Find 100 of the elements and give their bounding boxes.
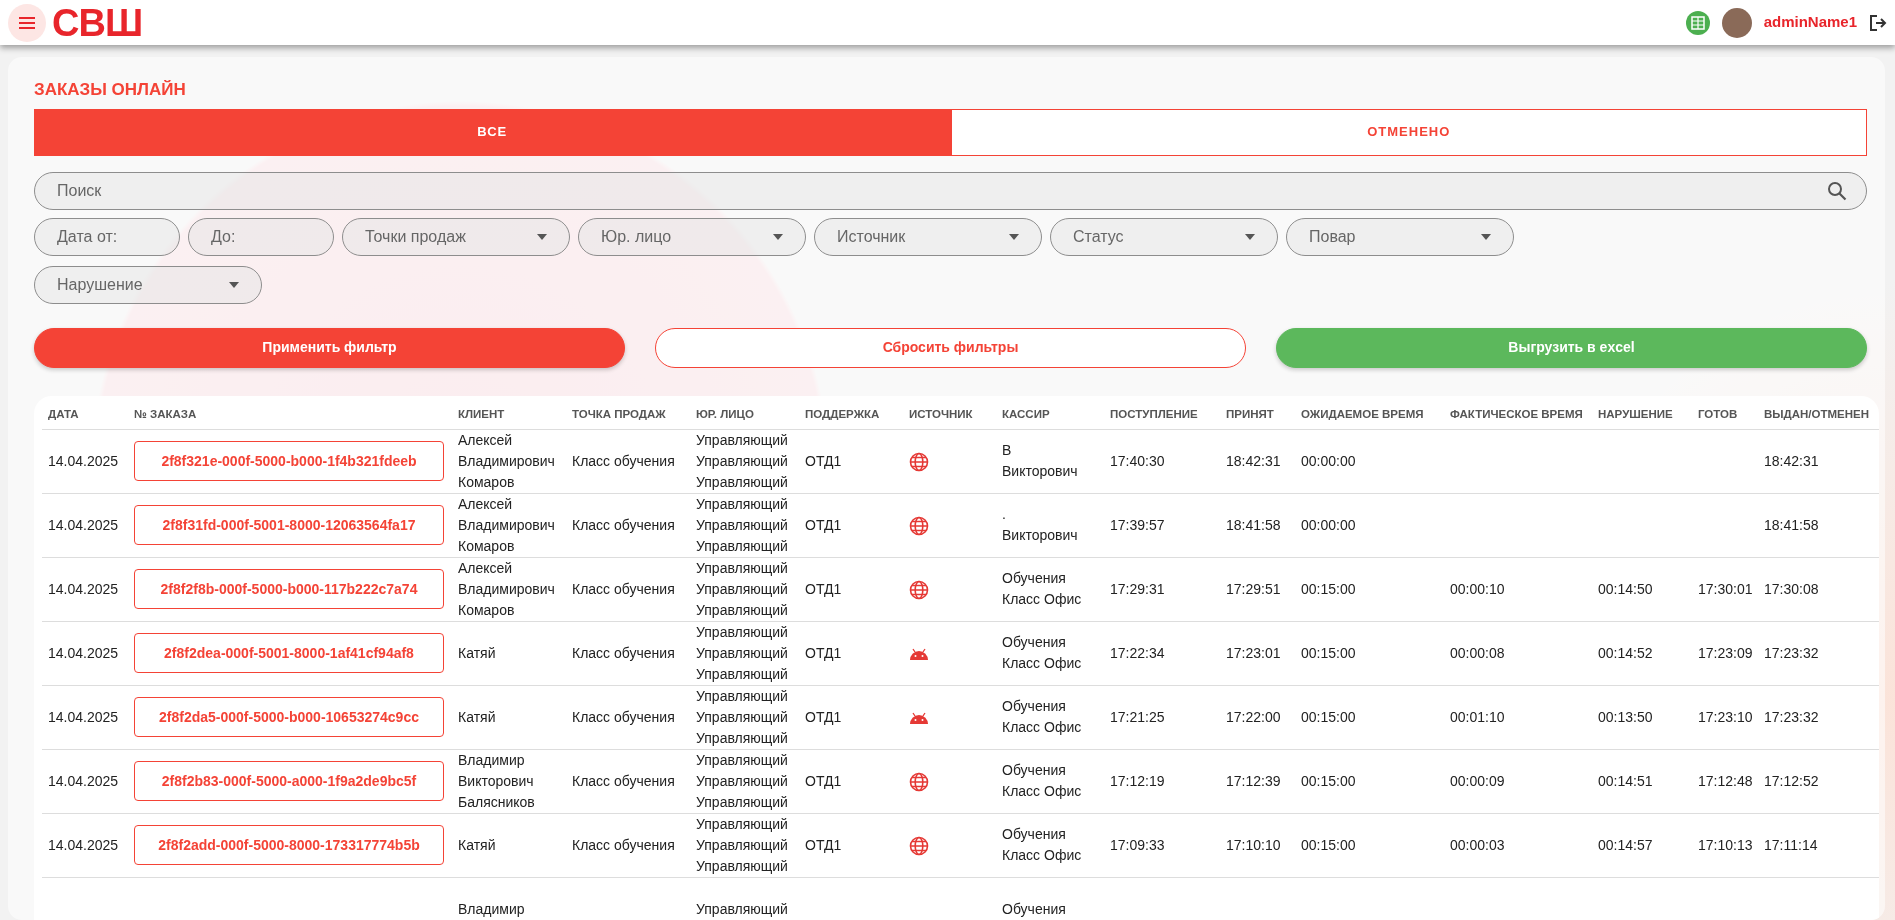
order-number-button[interactable]: 2f8f2f8b-000f-5000-b000-117b222c7a74	[134, 569, 444, 610]
table-cell: Алексей Владимирович Комаров	[452, 429, 566, 494]
column-header: ПРИНЯТ	[1220, 405, 1295, 430]
table-cell: 00:15:00	[1295, 685, 1444, 750]
dropdown[interactable]: Точки продаж	[342, 217, 570, 256]
dropdown[interactable]: Повар	[1286, 217, 1514, 256]
table-cell: 14.04.2025	[42, 685, 128, 750]
table-cell: Класс обучения	[566, 749, 690, 814]
table-cell: 14.04.2025	[42, 429, 128, 494]
android-icon	[909, 648, 929, 661]
table-cell: 17:09:33	[1104, 813, 1220, 878]
tab[interactable]: ОТМЕНЕНО	[950, 108, 1867, 156]
column-header: ДАТА	[42, 405, 128, 430]
table-cell: Управляющий Управляющий Управляющий	[690, 621, 799, 686]
export-excel-button[interactable]: Выгрузить в excel	[1276, 327, 1867, 368]
column-header: КАССИР	[996, 405, 1104, 430]
caret-icon	[537, 233, 547, 240]
order-number-button[interactable]: 2f8f2b83-000f-5000-a000-1f9a2de9bc5f	[134, 761, 444, 802]
menu-icon	[18, 15, 36, 30]
table-cell: 18:42:31	[1220, 429, 1295, 494]
dropdown[interactable]: Статус	[1050, 217, 1278, 256]
table-cell: 00:00:00	[1295, 493, 1444, 558]
dropdown[interactable]: Нарушение	[34, 265, 262, 304]
table-cell: 17:10:10	[1220, 813, 1295, 878]
order-number-button[interactable]: 2f8f31fd-000f-5001-8000-12063564fa17	[134, 505, 444, 546]
table-cell: ОТД1	[799, 749, 903, 814]
caret-icon	[1245, 233, 1255, 240]
search-field[interactable]: Поиск	[34, 171, 1867, 210]
table-cell: 17:23:32	[1758, 621, 1879, 686]
column-header: ПОСТУПЛЕНИЕ	[1104, 405, 1220, 430]
logout-icon[interactable]	[1869, 13, 1887, 32]
table-cell: 00:13:50	[1592, 685, 1692, 750]
table-cell: Класс обучения	[566, 429, 690, 494]
spreadsheet-icon[interactable]	[1685, 10, 1710, 35]
table-cell: 17:12:39	[1220, 749, 1295, 814]
table-cell: Алексей Владимирович Комаров	[452, 557, 566, 622]
caret-icon	[229, 281, 239, 288]
table-cell: 00:14:52	[1592, 621, 1692, 686]
table-cell: Катяй	[452, 685, 566, 750]
order-number-button[interactable]: 2f8f2add-000f-5000-8000-173317774b5b	[134, 825, 444, 866]
table-cell: Класс обучения	[566, 813, 690, 878]
table-cell: Катяй	[452, 621, 566, 686]
table-cell: 00:14:50	[1592, 557, 1692, 622]
table-cell: ОТД1	[799, 493, 903, 558]
globe-icon	[909, 451, 929, 472]
table-cell: Класс обучения	[566, 493, 690, 558]
order-number-button[interactable]: 2f8f321e-000f-5000-b000-1f4b321fdeeb	[134, 441, 444, 482]
search-icon[interactable]	[1827, 180, 1847, 201]
table-cell: 17:23:10	[1692, 685, 1758, 750]
table-cell: 17:22:00	[1220, 685, 1295, 750]
date-field[interactable]: Дата от:	[34, 217, 180, 256]
table-cell: 17:22:34	[1104, 621, 1220, 686]
table-cell: Управляющий Управляющий Управляющий	[690, 429, 799, 494]
table-cell: 17:23:32	[1758, 685, 1879, 750]
table-cell: 14.04.2025	[42, 621, 128, 686]
table-cell: 17:21:25	[1104, 685, 1220, 750]
order-number-button[interactable]: 2f8f2da5-000f-5000-b000-10653274c9cc	[134, 697, 444, 738]
dropdown[interactable]: Источник	[814, 217, 1042, 256]
dropdown[interactable]: Юр. лицо	[578, 217, 806, 256]
avatar[interactable]	[1721, 7, 1752, 38]
table-cell: 14.04.2025	[42, 557, 128, 622]
table-cell: 00:00:10	[1444, 557, 1592, 622]
table-cell: 00:14:51	[1592, 749, 1692, 814]
order-number-button[interactable]: 2f8f2dea-000f-5001-8000-1af41cf94af8	[134, 633, 444, 674]
table-cell: Класс обучения	[566, 621, 690, 686]
user-name[interactable]: adminName1	[1763, 11, 1857, 34]
table-cell: Обучения Класс Офис	[996, 685, 1104, 750]
table-cell: 17:30:01	[1692, 557, 1758, 622]
caret-icon	[1481, 233, 1491, 240]
reset-filters-button[interactable]: Сбросить фильтры	[655, 327, 1246, 368]
table-cell: В Викторович	[996, 429, 1104, 494]
table-cell: 00:15:00	[1295, 621, 1444, 686]
table-cell: 00:00:03	[1444, 813, 1592, 878]
table-cell: 17:39:57	[1104, 493, 1220, 558]
table-cell: 18:41:58	[1220, 493, 1295, 558]
globe-icon	[909, 835, 929, 856]
table-cell: 17:11:14	[1758, 813, 1879, 878]
table-cell: Владимир Викторович Балясников	[452, 749, 566, 814]
caret-icon	[773, 233, 783, 240]
column-header: ВЫДАН/ОТМЕНЕН	[1758, 405, 1879, 430]
table-cell: 14.04.2025	[42, 749, 128, 814]
table-cell: Обучения Класс Офис	[996, 749, 1104, 814]
table-cell: Обучения	[996, 877, 1104, 920]
logo[interactable]: СВШ	[52, 3, 143, 42]
table-cell: 17:29:51	[1220, 557, 1295, 622]
apply-filter-button[interactable]: Применить фильтр	[34, 327, 625, 368]
column-header: КЛИЕНТ	[452, 405, 566, 430]
table-cell: 00:14:57	[1592, 813, 1692, 878]
globe-icon	[909, 771, 929, 792]
globe-icon	[909, 515, 929, 536]
tab[interactable]: ВСЕ	[34, 108, 951, 156]
table-cell: 00:00:09	[1444, 749, 1592, 814]
page-title: ЗАКАЗЫ ОНЛАЙН	[34, 79, 187, 101]
table-cell: 17:23:09	[1692, 621, 1758, 686]
table-cell: 00:01:10	[1444, 685, 1592, 750]
table-cell: Обучения Класс Офис	[996, 621, 1104, 686]
menu-button[interactable]	[8, 3, 46, 42]
column-header: ЮР. ЛИЦО	[690, 405, 799, 430]
table-cell: 17:12:19	[1104, 749, 1220, 814]
date-field[interactable]: До:	[188, 217, 334, 256]
